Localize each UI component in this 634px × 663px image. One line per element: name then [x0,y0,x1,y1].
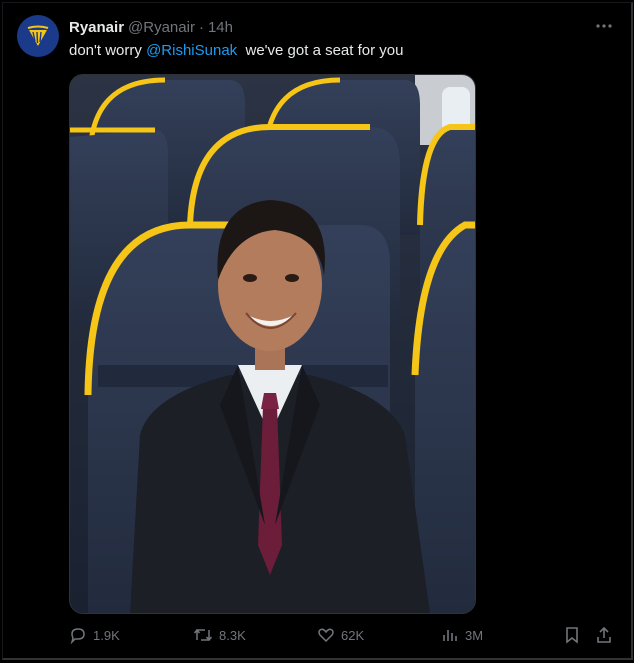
tweet-header: Ryanair @Ryanair · 14h [69,17,233,37]
more-options-button[interactable] [591,15,617,37]
retweet-icon [193,628,213,642]
ryanair-harp-logo-icon [27,25,49,46]
views-button[interactable]: 3M [441,624,483,646]
like-button[interactable]: 62K [317,624,364,646]
tweet-timestamp[interactable]: 14h [208,19,233,36]
retweet-button[interactable]: 8.3K [193,624,246,646]
reply-icon [70,628,85,644]
tweet-actions: 1.9K 8.3K 62K 3M [69,624,619,646]
avatar[interactable] [17,15,59,57]
tweet-text-start: don't worry [69,42,147,59]
mention-link[interactable]: @RishiSunak [146,42,237,59]
bookmark-icon [566,627,578,644]
views-chart-icon [443,630,457,641]
separator-dot: · [198,18,204,36]
tweet-text-end: we've got a seat for you [237,42,404,59]
reply-count: 1.9K [93,627,120,643]
bookmark-button[interactable] [563,624,587,646]
more-dots-icon [596,24,612,28]
heart-icon [318,628,334,643]
views-count: 3M [465,627,484,643]
tweet-image[interactable] [69,74,476,614]
share-icon [597,626,611,643]
like-count: 62K [341,627,365,643]
display-name[interactable]: Ryanair [69,19,124,36]
seated-man-photo [70,75,475,613]
user-handle[interactable]: @Ryanair [128,19,195,36]
retweet-count: 8.3K [219,627,246,643]
tweet-text: don't worry @RishiSunak we've got a seat… [69,41,403,61]
tweet-card: Ryanair @Ryanair · 14h don't worry @Rish… [2,2,633,660]
share-button[interactable] [595,624,619,646]
reply-button[interactable]: 1.9K [69,624,120,646]
